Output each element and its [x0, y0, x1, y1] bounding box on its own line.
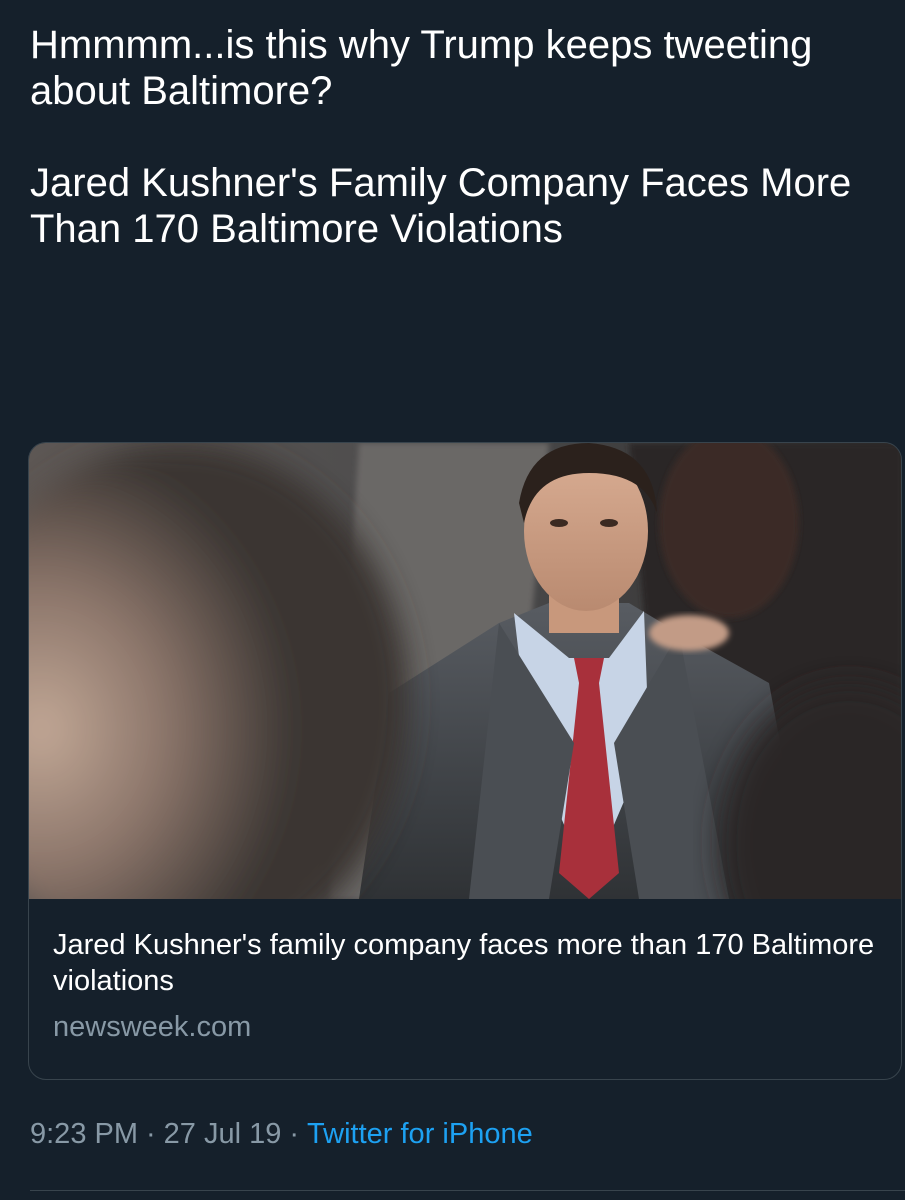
- tweet-source-link[interactable]: Twitter for iPhone: [307, 1118, 533, 1150]
- tweet-meta: 9:23 PM · 27 Jul 19 · Twitter for iPhone: [30, 1118, 533, 1151]
- tweet-time[interactable]: 9:23 PM: [30, 1118, 138, 1150]
- link-card-domain: newsweek.com: [53, 1011, 252, 1043]
- separator: ·: [146, 1118, 156, 1150]
- link-card-image[interactable]: [29, 443, 901, 899]
- link-card-title[interactable]: Jared Kushner's family company faces mor…: [53, 927, 877, 999]
- link-card[interactable]: Jared Kushner's family company faces mor…: [28, 442, 902, 1080]
- tweet: Hmmmm...is this why Trump keeps tweeting…: [0, 0, 905, 1200]
- tweet-date[interactable]: 27 Jul 19: [164, 1118, 282, 1150]
- link-card-body[interactable]: Jared Kushner's family company faces mor…: [29, 899, 901, 1045]
- divider: [30, 1190, 905, 1191]
- tweet-text: Hmmmm...is this why Trump keeps tweeting…: [30, 23, 852, 251]
- separator: ·: [289, 1118, 300, 1150]
- article-photo: [29, 443, 901, 899]
